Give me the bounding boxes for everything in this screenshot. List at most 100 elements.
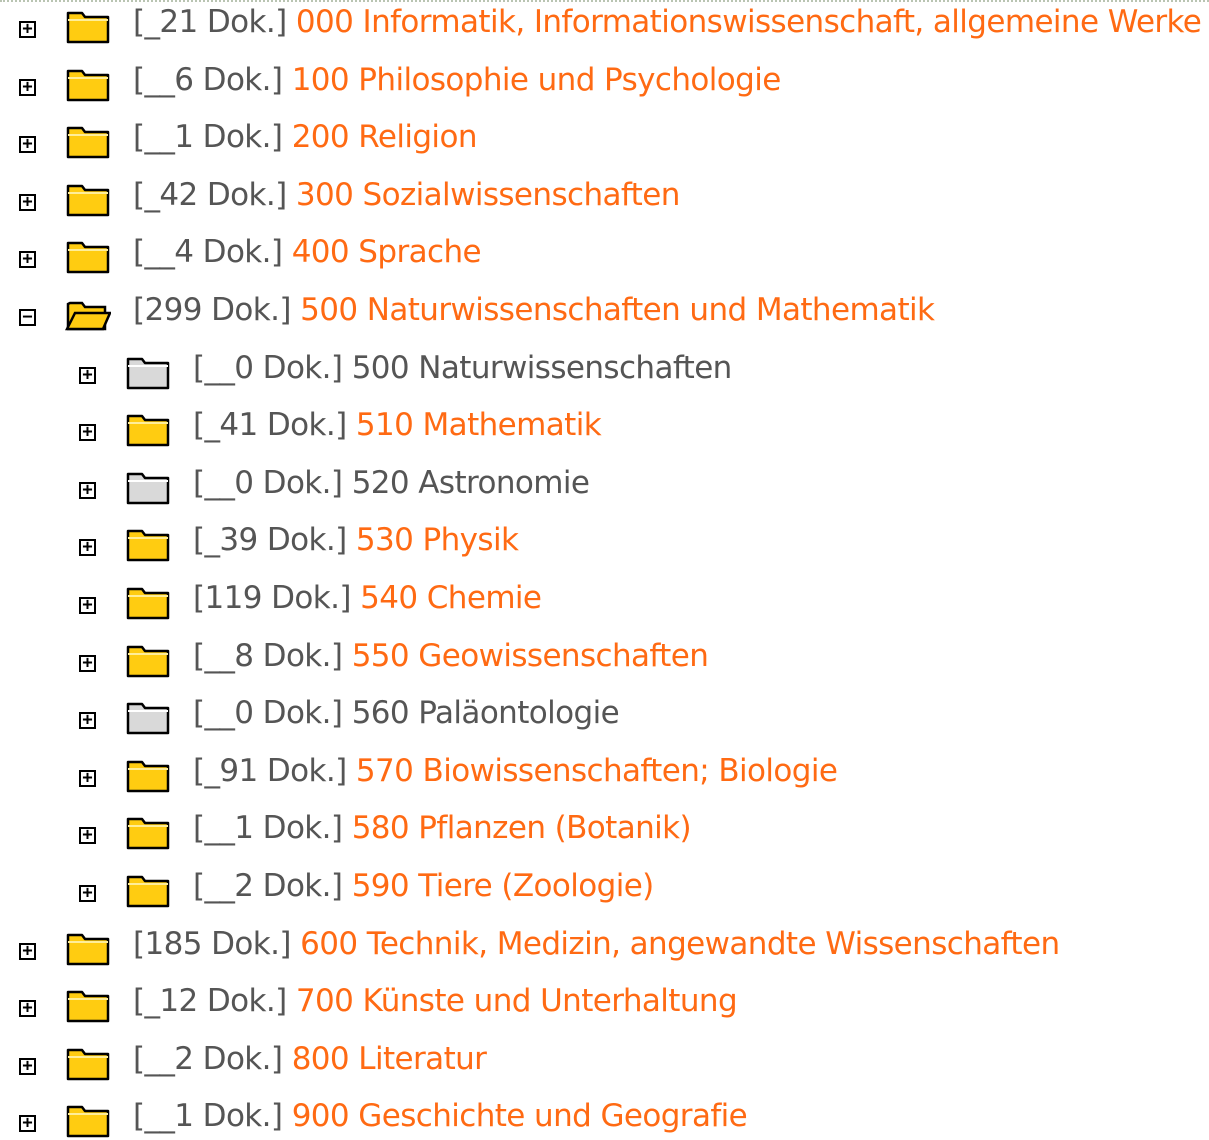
folder-closed-icon[interactable] [65, 1045, 111, 1081]
folder-closed-icon[interactable] [65, 8, 111, 44]
tree-item-label[interactable]: [__1 Dok.] 200 Religion [133, 117, 477, 157]
tree-item-label[interactable]: [185 Dok.] 600 Technik, Medizin, angewan… [133, 924, 1060, 964]
folder-closed-icon[interactable] [125, 354, 171, 390]
plus-icon: + [82, 422, 93, 443]
tree-item[interactable]: + [_12 Dok.] 700 Künste und Unterhaltung [19, 977, 1209, 1034]
plus-icon: + [22, 191, 33, 212]
document-count: [__1 Dok.] [133, 119, 283, 156]
expand-toggle[interactable]: + [79, 654, 96, 672]
expand-toggle[interactable]: + [79, 481, 96, 499]
tree-item[interactable]: + [_41 Dok.] 510 Mathematik [79, 401, 1209, 458]
tree-item-label[interactable]: [_91 Dok.] 570 Biowissenschaften; Biolog… [193, 751, 838, 791]
tree-item-label[interactable]: [__0 Dok.] 520 Astronomie [193, 463, 590, 503]
folder-closed-icon[interactable] [65, 1102, 111, 1138]
category-link[interactable]: 510 Mathematik [356, 407, 602, 443]
folder-closed-icon[interactable] [125, 642, 171, 678]
tree-item[interactable]: + [__1 Dok.] 580 Pflanzen (Botanik) [79, 804, 1209, 861]
tree-item-label[interactable]: [_42 Dok.] 300 Sozialwissenschaften [133, 175, 680, 215]
category-link[interactable]: 600 Technik, Medizin, angewandte Wissens… [300, 926, 1060, 962]
tree-item-label[interactable]: [299 Dok.] 500 Naturwissenschaften und M… [133, 290, 935, 330]
expand-toggle[interactable]: + [79, 597, 96, 614]
category-link[interactable]: 580 Pflanzen (Botanik) [352, 810, 692, 846]
category-link[interactable]: 570 Biowissenschaften; Biologie [356, 753, 838, 789]
folder-closed-icon[interactable] [125, 757, 171, 793]
folder-closed-icon[interactable] [65, 66, 111, 102]
tree-item-label[interactable]: [__6 Dok.] 100 Philosophie und Psycholog… [133, 60, 781, 100]
expand-toggle[interactable]: + [19, 1000, 36, 1018]
tree-item[interactable]: + [__6 Dok.] 100 Philosophie und Psycholo… [19, 56, 1209, 113]
expand-toggle[interactable]: + [19, 1115, 36, 1133]
expand-toggle[interactable]: + [19, 1057, 36, 1075]
folder-closed-icon[interactable] [65, 238, 111, 274]
category-link[interactable]: 540 Chemie [360, 580, 542, 616]
tree-item-label[interactable]: [__4 Dok.] 400 Sprache [133, 232, 482, 272]
folder-closed-icon[interactable] [65, 987, 111, 1023]
folder-closed-icon[interactable] [125, 814, 171, 850]
tree-item[interactable]: + [_42 Dok.] 300 Sozialwissenschaften [19, 171, 1209, 228]
tree-item[interactable]: + [119 Dok.] 540 Chemie [79, 574, 1209, 631]
tree-item[interactable]: + [__0 Dok.] 560 Paläontologie [79, 689, 1209, 746]
expand-toggle[interactable]: + [19, 136, 36, 154]
tree-item[interactable]: + [__0 Dok.] 500 Naturwissenschaften [79, 344, 1209, 401]
tree-item-label[interactable]: [__2 Dok.] 800 Literatur [133, 1039, 487, 1079]
collapse-toggle[interactable]: − [19, 309, 36, 326]
folder-open-icon[interactable] [64, 296, 112, 332]
category-link[interactable]: 590 Tiere (Zoologie) [352, 868, 655, 904]
tree-item[interactable]: + [__2 Dok.] 590 Tiere (Zoologie) [79, 862, 1209, 919]
expand-toggle[interactable]: + [19, 191, 36, 212]
category-link[interactable]: 200 Religion [292, 119, 478, 155]
expand-toggle[interactable]: + [19, 251, 36, 269]
expand-toggle[interactable]: + [79, 827, 96, 845]
expand-toggle[interactable]: + [19, 942, 36, 960]
expand-toggle[interactable]: + [79, 539, 96, 557]
tree-item[interactable]: + [__8 Dok.] 550 Geowissenschaften [79, 632, 1209, 689]
tree-item-label[interactable]: [__1 Dok.] 580 Pflanzen (Botanik) [193, 808, 692, 848]
category-link[interactable]: 500 Naturwissenschaften und Mathematik [300, 292, 935, 328]
tree-item-label[interactable]: [_39 Dok.] 530 Physik [193, 520, 519, 560]
tree-item[interactable]: + [__1 Dok.] 900 Geschichte und Geografie [19, 1092, 1209, 1140]
folder-closed-icon[interactable] [125, 584, 171, 620]
tree-item[interactable]: + [_39 Dok.] 530 Physik [79, 516, 1209, 573]
folder-closed-icon[interactable] [125, 469, 171, 505]
tree-item-label[interactable]: [__2 Dok.] 590 Tiere (Zoologie) [193, 866, 654, 906]
expand-toggle[interactable]: + [79, 885, 96, 902]
tree-item-label[interactable]: [_41 Dok.] 510 Mathematik [193, 405, 602, 445]
folder-closed-icon[interactable] [65, 123, 111, 159]
tree-item[interactable]: + [__2 Dok.] 800 Literatur [19, 1035, 1209, 1092]
expand-toggle[interactable]: + [79, 712, 96, 730]
tree-item-label[interactable]: [_21 Dok.] 000 Informatik, Informationsw… [133, 2, 1202, 42]
category-link[interactable]: 530 Physik [356, 522, 519, 558]
folder-closed-icon[interactable] [65, 930, 111, 966]
expand-toggle[interactable]: + [19, 78, 36, 96]
expand-toggle[interactable]: + [79, 769, 96, 787]
folder-closed-icon[interactable] [125, 699, 171, 735]
tree-item-label[interactable]: [__0 Dok.] 500 Naturwissenschaften [193, 348, 732, 388]
folder-closed-icon[interactable] [65, 181, 111, 217]
folder-closed-icon[interactable] [125, 526, 171, 562]
tree-item[interactable]: + [__0 Dok.] 520 Astronomie [79, 459, 1209, 516]
category-link[interactable]: 000 Informatik, Informationswissenschaft… [296, 4, 1202, 40]
category-link[interactable]: 900 Geschichte und Geografie [292, 1098, 748, 1134]
expand-toggle[interactable]: + [79, 366, 96, 384]
tree-item-label[interactable]: [__8 Dok.] 550 Geowissenschaften [193, 636, 709, 676]
folder-closed-icon[interactable] [125, 411, 171, 447]
tree-item-label[interactable]: [__1 Dok.] 900 Geschichte und Geografie [133, 1096, 748, 1136]
tree-item[interactable]: − [299 Dok.] 500 Naturwissenschaften und … [19, 286, 1209, 343]
category-link[interactable]: 550 Geowissenschaften [352, 638, 709, 674]
tree-item[interactable]: + [_91 Dok.] 570 Biowissenschaften; Biolo… [79, 747, 1209, 804]
category-link[interactable]: 300 Sozialwissenschaften [296, 177, 680, 213]
expand-toggle[interactable]: + [19, 21, 36, 38]
tree-item[interactable]: + [_21 Dok.] 000 Informatik, Informations… [19, 0, 1209, 55]
tree-item[interactable]: + [__4 Dok.] 400 Sprache [19, 228, 1209, 285]
tree-item-label[interactable]: [_12 Dok.] 700 Künste und Unterhaltung [133, 981, 738, 1021]
category-link[interactable]: 400 Sprache [292, 234, 482, 270]
category-link[interactable]: 700 Künste und Unterhaltung [296, 983, 738, 1019]
expand-toggle[interactable]: + [79, 422, 96, 443]
folder-closed-icon[interactable] [125, 872, 171, 908]
tree-item[interactable]: + [185 Dok.] 600 Technik, Medizin, angewa… [19, 920, 1209, 977]
tree-item-label[interactable]: [119 Dok.] 540 Chemie [193, 578, 542, 618]
tree-item[interactable]: + [__1 Dok.] 200 Religion [19, 113, 1209, 170]
category-link[interactable]: 800 Literatur [292, 1041, 487, 1077]
tree-item-label[interactable]: [__0 Dok.] 560 Paläontologie [193, 693, 620, 733]
category-link[interactable]: 100 Philosophie und Psychologie [292, 62, 782, 98]
